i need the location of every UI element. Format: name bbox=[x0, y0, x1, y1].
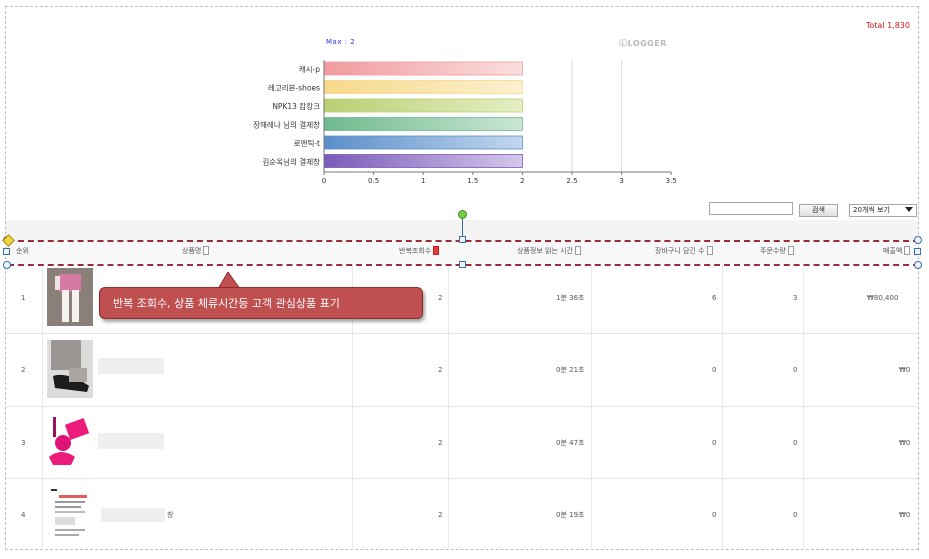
row-cart: 0 bbox=[712, 510, 717, 519]
table-row[interactable]: 4 창 2 0분 19초 0 0 ₩0 bbox=[6, 479, 918, 550]
col-cart[interactable]: 장바구니 담긴 수 bbox=[655, 240, 713, 263]
row-read-time: 0분 21초 bbox=[556, 366, 585, 374]
product-thumbnail[interactable] bbox=[47, 268, 93, 326]
product-thumbnail[interactable] bbox=[47, 340, 93, 398]
x-tick-label: 1 bbox=[421, 177, 425, 185]
annotation-callout: 반복 조회수, 상품 체류시간등 고객 관심상품 표기 bbox=[99, 287, 423, 319]
row-sales: ₩80,400 bbox=[867, 294, 899, 302]
category-label: 레고리본-shoes bbox=[268, 84, 320, 93]
rotate-stem bbox=[462, 217, 463, 237]
row-sales: ₩0 bbox=[899, 438, 911, 447]
resize-handle[interactable] bbox=[914, 236, 922, 244]
category-label: 캐시-p bbox=[299, 65, 321, 74]
col-views[interactable]: 반복조회수 bbox=[399, 240, 440, 263]
sort-icon[interactable] bbox=[574, 245, 581, 255]
row-rank: 3 bbox=[21, 438, 26, 447]
chart-bar bbox=[323, 154, 523, 168]
search-input[interactable] bbox=[709, 202, 793, 215]
category-label: 로맨틱-t bbox=[294, 138, 320, 148]
col-read-time[interactable]: 상품정보 읽는 시간 bbox=[517, 240, 581, 263]
row-read-time: 0분 47초 bbox=[556, 438, 585, 447]
category-label: 장해레나 님의 결제창 bbox=[253, 120, 320, 130]
chart-bar bbox=[323, 80, 523, 94]
resize-handle[interactable] bbox=[459, 236, 466, 243]
chevron-down-icon bbox=[905, 207, 913, 212]
product-thumbnail[interactable] bbox=[47, 413, 93, 471]
resize-handle[interactable] bbox=[3, 261, 11, 269]
product-name[interactable] bbox=[98, 358, 164, 374]
product-name[interactable]: 창 bbox=[167, 479, 173, 550]
chart-max-label: Max : 2 bbox=[326, 38, 356, 46]
product-name-blurred[interactable] bbox=[101, 508, 165, 522]
product-name[interactable] bbox=[98, 433, 164, 449]
row-views: 2 bbox=[438, 510, 443, 519]
bar-chart: 캐시-p 레고리본-shoes NPK13 캄캉크장해레나 님의 결제창로맨틱-t 김… bbox=[253, 60, 677, 185]
row-rank: 2 bbox=[21, 366, 26, 374]
row-rank: 1 bbox=[21, 294, 26, 302]
row-orders: 0 bbox=[793, 366, 798, 374]
chart-bar bbox=[323, 117, 523, 131]
row-cart: 0 bbox=[712, 366, 717, 374]
x-tick-label: 0 bbox=[322, 177, 326, 185]
x-tick-label: 3.5 bbox=[666, 177, 677, 185]
row-read-time: 1분 36초 bbox=[556, 294, 585, 302]
rotate-handle[interactable] bbox=[458, 210, 467, 219]
col-rank: 순위 bbox=[16, 247, 29, 255]
row-orders: 3 bbox=[793, 294, 798, 302]
chart-bar bbox=[323, 135, 523, 150]
row-cart: 6 bbox=[712, 294, 717, 302]
sort-icon[interactable] bbox=[787, 245, 794, 255]
row-views: 2 bbox=[438, 366, 443, 374]
row-views: 2 bbox=[438, 438, 443, 447]
x-tick-label: 2.5 bbox=[566, 177, 577, 185]
row-read-time: 0분 19초 bbox=[556, 510, 585, 519]
row-orders: 0 bbox=[793, 438, 798, 447]
logo-mark-icon: Ⓛ bbox=[619, 39, 628, 48]
col-orders[interactable]: 주문수량 bbox=[760, 240, 794, 263]
product-table: 순위 상품명 반복조회수 상품정보 읽는 시간 장바구니 담긴 수 주문수량 매… bbox=[6, 220, 918, 550]
row-cart: 0 bbox=[712, 438, 717, 447]
row-sales: ₩0 bbox=[899, 510, 911, 519]
resize-handle[interactable] bbox=[914, 261, 922, 269]
sort-icon[interactable] bbox=[203, 245, 210, 255]
sort-icon[interactable] bbox=[904, 245, 911, 255]
resize-handle[interactable] bbox=[459, 261, 466, 268]
logger-logo: ⓁLOGGER bbox=[619, 39, 667, 48]
view-count-value: 20개씩 보기 bbox=[853, 206, 890, 214]
product-thumbnail[interactable] bbox=[47, 487, 93, 545]
row-orders: 0 bbox=[793, 510, 798, 519]
resize-handle[interactable] bbox=[3, 248, 10, 255]
col-name[interactable]: 상품명 bbox=[182, 240, 210, 263]
category-label: NPK13 캄캉크 bbox=[272, 101, 320, 111]
x-tick-label: 0.5 bbox=[368, 177, 379, 185]
x-tick-label: 2 bbox=[520, 177, 524, 185]
x-tick-label: 3 bbox=[619, 177, 623, 185]
table-row[interactable]: 3 2 0분 47초 0 0 ₩0 bbox=[6, 407, 918, 479]
sort-active-icon[interactable] bbox=[433, 245, 440, 255]
table-header: 순위 상품명 반복조회수 상품정보 읽는 시간 장바구니 담긴 수 주문수량 매… bbox=[6, 240, 918, 263]
sort-icon[interactable] bbox=[706, 245, 713, 255]
row-views: 2 bbox=[438, 294, 443, 302]
row-rank: 4 bbox=[21, 510, 26, 519]
chart-bar bbox=[323, 61, 523, 76]
total-count: Total 1,830 bbox=[865, 21, 910, 30]
x-tick-label: 1.5 bbox=[467, 177, 478, 185]
table-row[interactable]: 2 2 0분 21초 0 0 ₩0 bbox=[6, 334, 918, 407]
chart-bar bbox=[323, 98, 523, 113]
col-sales[interactable]: 매출액 bbox=[883, 240, 911, 263]
resize-handle[interactable] bbox=[914, 248, 921, 255]
category-label: 김순옥님의 결제창 bbox=[262, 157, 320, 167]
search-button[interactable]: 검색 bbox=[799, 204, 838, 217]
view-count-select[interactable]: 20개씩 보기 bbox=[849, 204, 917, 217]
row-sales: ₩0 bbox=[899, 366, 911, 374]
